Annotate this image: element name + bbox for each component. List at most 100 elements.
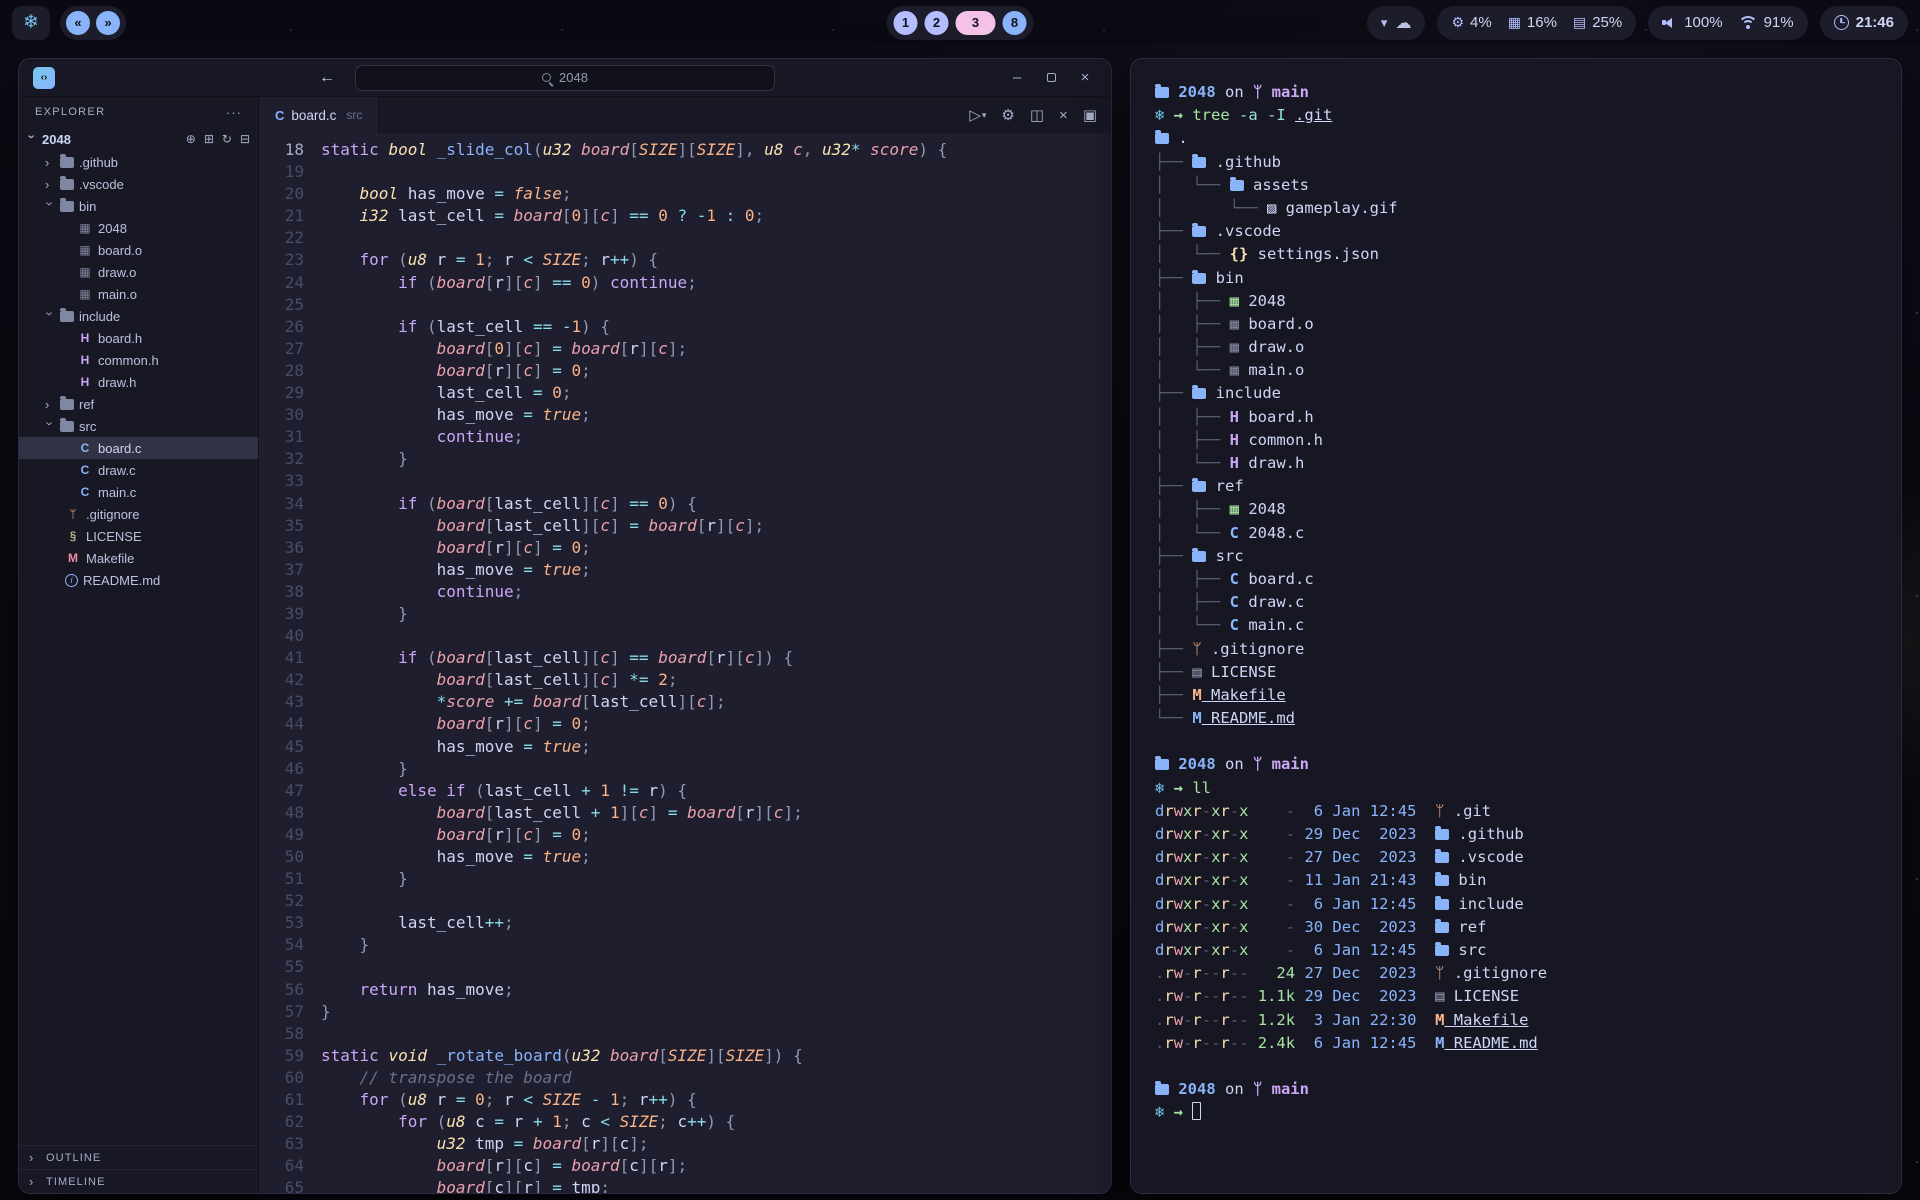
- explorer-item-2048[interactable]: ▦2048: [19, 217, 258, 239]
- code-line[interactable]: }: [321, 603, 1111, 625]
- code-line[interactable]: has_move = true;: [321, 404, 1111, 426]
- timeline-panel[interactable]: ›TIMELINE: [19, 1169, 258, 1193]
- explorer-item-include[interactable]: ›include: [19, 305, 258, 327]
- line-number[interactable]: 19: [259, 161, 304, 183]
- line-number[interactable]: 37: [259, 559, 304, 581]
- explorer-item-.gitignore[interactable]: ᛘ.gitignore: [19, 503, 258, 525]
- explorer-item-board.o[interactable]: ▦board.o: [19, 239, 258, 261]
- line-number[interactable]: 41: [259, 647, 304, 669]
- code-line[interactable]: }: [321, 934, 1111, 956]
- outline-panel[interactable]: ›OUTLINE: [19, 1145, 258, 1169]
- line-number[interactable]: 51: [259, 868, 304, 890]
- line-number[interactable]: 53: [259, 912, 304, 934]
- code-line[interactable]: has_move = true;: [321, 559, 1111, 581]
- line-number[interactable]: 26: [259, 316, 304, 338]
- code-line[interactable]: [321, 470, 1111, 492]
- code-line[interactable]: if (board[last_cell][c] == 0) {: [321, 493, 1111, 515]
- code-line[interactable]: [321, 956, 1111, 978]
- line-number[interactable]: 33: [259, 470, 304, 492]
- explorer-item-draw.c[interactable]: Cdraw.c: [19, 459, 258, 481]
- maximize-button[interactable]: [1035, 64, 1067, 92]
- line-number[interactable]: 61: [259, 1089, 304, 1111]
- line-number[interactable]: 64: [259, 1155, 304, 1177]
- code-line[interactable]: board[last_cell][c] *= 2;: [321, 669, 1111, 691]
- explorer-item-main.c[interactable]: Cmain.c: [19, 481, 258, 503]
- explorer-item-board.c[interactable]: Cboard.c: [19, 437, 258, 459]
- line-number[interactable]: 55: [259, 956, 304, 978]
- command-center-search[interactable]: 2048: [355, 65, 775, 91]
- launcher-button[interactable]: ❄: [12, 6, 50, 40]
- explorer-item-common.h[interactable]: Hcommon.h: [19, 349, 258, 371]
- audio-network-module[interactable]: 100% 91%: [1648, 6, 1807, 40]
- code-line[interactable]: [321, 625, 1111, 647]
- split-editor-icon[interactable]: ◫: [1030, 106, 1044, 124]
- line-number[interactable]: 21: [259, 205, 304, 227]
- line-number[interactable]: 22: [259, 227, 304, 249]
- line-number[interactable]: 43: [259, 691, 304, 713]
- line-number[interactable]: 65: [259, 1177, 304, 1193]
- explorer-item-src[interactable]: ›src: [19, 415, 258, 437]
- line-number[interactable]: 45: [259, 736, 304, 758]
- collapse-all-icon[interactable]: ⊟: [240, 132, 250, 146]
- new-file-icon[interactable]: ⊕: [186, 132, 196, 146]
- line-number[interactable]: 30: [259, 404, 304, 426]
- code-line[interactable]: continue;: [321, 426, 1111, 448]
- line-number[interactable]: 36: [259, 537, 304, 559]
- code-line[interactable]: i32 last_cell = board[0][c] == 0 ? -1 : …: [321, 205, 1111, 227]
- code-line[interactable]: }: [321, 1001, 1111, 1023]
- line-number[interactable]: 40: [259, 625, 304, 647]
- refresh-icon[interactable]: ↻: [222, 132, 232, 146]
- code-line[interactable]: [321, 1023, 1111, 1045]
- line-number[interactable]: 50: [259, 846, 304, 868]
- code-line[interactable]: }: [321, 868, 1111, 890]
- new-folder-icon[interactable]: ⊞: [204, 132, 214, 146]
- code-line[interactable]: [321, 161, 1111, 183]
- vscode-titlebar[interactable]: ‹› ← → 2048 – ×: [19, 59, 1111, 97]
- workspace-1[interactable]: 1: [894, 11, 918, 35]
- code-line[interactable]: for (u8 r = 0; r < SIZE - 1; r++) {: [321, 1089, 1111, 1111]
- nav-back-button[interactable]: ←: [319, 69, 335, 87]
- line-number[interactable]: 56: [259, 979, 304, 1001]
- media-prev-button[interactable]: «: [66, 11, 90, 35]
- explorer-item-draw.o[interactable]: ▦draw.o: [19, 261, 258, 283]
- code-line[interactable]: if (board[last_cell][c] == board[r][c]) …: [321, 647, 1111, 669]
- minimize-button[interactable]: –: [1001, 64, 1033, 92]
- layout-icon[interactable]: ▣: [1083, 106, 1097, 124]
- code-line[interactable]: for (u8 r = 1; r < SIZE; r++) {: [321, 249, 1111, 271]
- explorer-item-LICENSE[interactable]: §LICENSE: [19, 525, 258, 547]
- project-root-row[interactable]: › 2048 ⊕ ⊞ ↻ ⊟: [19, 127, 258, 151]
- code-line[interactable]: bool has_move = false;: [321, 183, 1111, 205]
- code-line[interactable]: for (u8 c = r + 1; c < SIZE; c++) {: [321, 1111, 1111, 1133]
- line-number[interactable]: 29: [259, 382, 304, 404]
- line-number[interactable]: 32: [259, 448, 304, 470]
- line-number[interactable]: 58: [259, 1023, 304, 1045]
- explorer-item-README.md[interactable]: iREADME.md: [19, 569, 258, 591]
- code-line[interactable]: u32 tmp = board[r][c];: [321, 1133, 1111, 1155]
- close-button[interactable]: ×: [1069, 64, 1101, 92]
- explorer-item-.github[interactable]: ›.github: [19, 151, 258, 173]
- code-line[interactable]: return has_move;: [321, 979, 1111, 1001]
- line-number[interactable]: 46: [259, 758, 304, 780]
- line-number[interactable]: 24: [259, 272, 304, 294]
- code-line[interactable]: [321, 890, 1111, 912]
- code-line[interactable]: board[r][c] = 0;: [321, 824, 1111, 846]
- line-number[interactable]: 38: [259, 581, 304, 603]
- tab-board-c[interactable]: C board.c src: [259, 97, 379, 133]
- line-number[interactable]: 44: [259, 713, 304, 735]
- media-next-button[interactable]: »: [96, 11, 120, 35]
- code-line[interactable]: board[r][c] = 0;: [321, 713, 1111, 735]
- settings-gear-icon[interactable]: ⚙: [1001, 106, 1014, 124]
- explorer-item-Makefile[interactable]: MMakefile: [19, 547, 258, 569]
- code-line[interactable]: has_move = true;: [321, 736, 1111, 758]
- line-number[interactable]: 49: [259, 824, 304, 846]
- line-number[interactable]: 20: [259, 183, 304, 205]
- line-number[interactable]: 25: [259, 294, 304, 316]
- code-line[interactable]: board[r][c] = board[c][r];: [321, 1155, 1111, 1177]
- explorer-item-bin[interactable]: ›bin: [19, 195, 258, 217]
- code-line[interactable]: last_cell = 0;: [321, 382, 1111, 404]
- code-line[interactable]: static void _rotate_board(u32 board[SIZE…: [321, 1045, 1111, 1067]
- explorer-item-board.h[interactable]: Hboard.h: [19, 327, 258, 349]
- code-line[interactable]: board[last_cell][c] = board[r][c];: [321, 515, 1111, 537]
- code-line[interactable]: else if (last_cell + 1 != r) {: [321, 780, 1111, 802]
- code-line[interactable]: if (last_cell == -1) {: [321, 316, 1111, 338]
